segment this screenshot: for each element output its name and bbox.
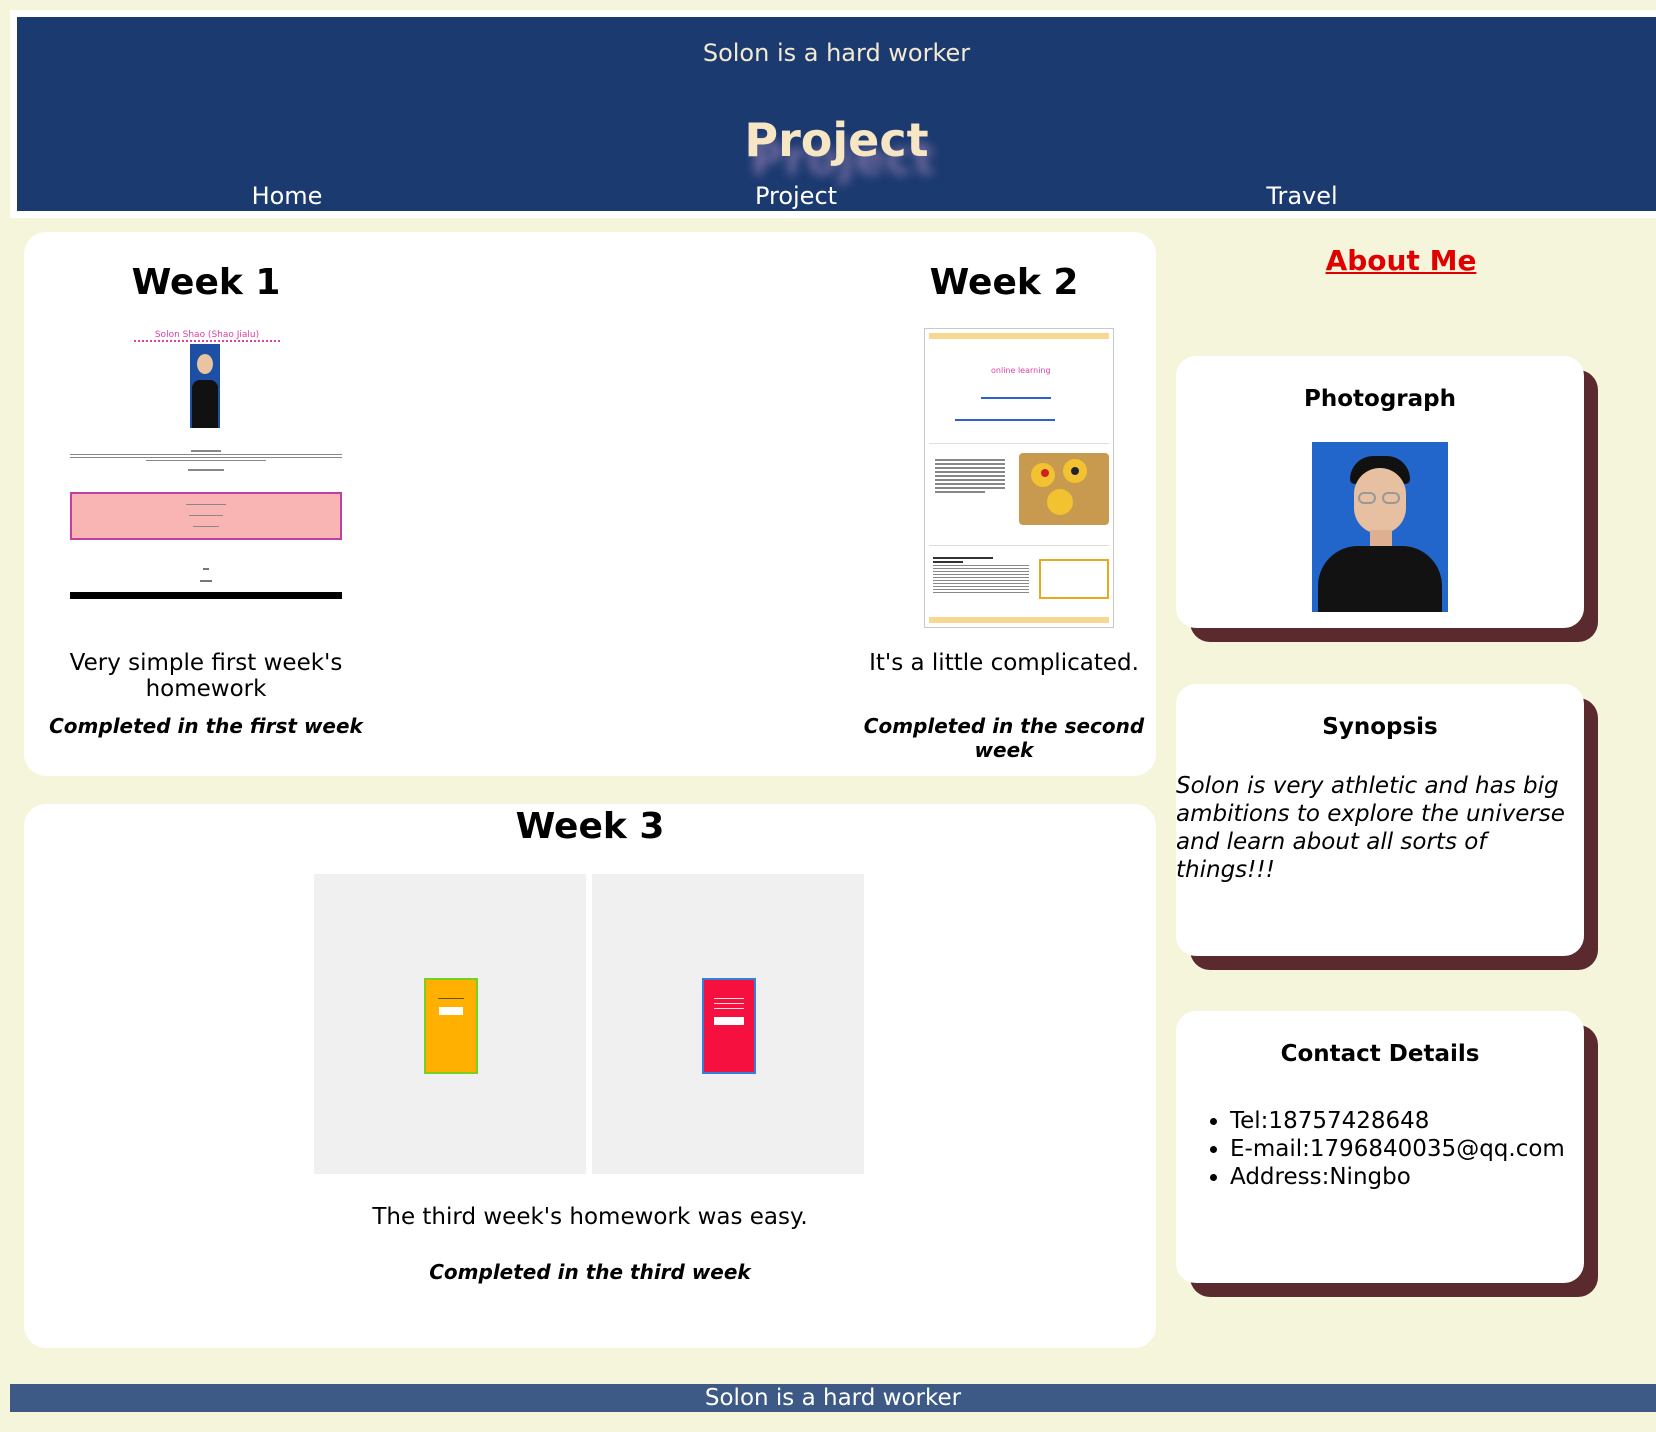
week-2-screenshot[interactable]: online learning (924, 328, 1114, 628)
photograph-card: Photograph (1176, 356, 1584, 628)
week-2-section: Week 2 (854, 262, 1154, 303)
thumb-2-text (935, 457, 1005, 495)
week-3-title: Week 3 (515, 806, 665, 847)
synopsis-text: Solon is very athletic and has big ambit… (1176, 773, 1565, 883)
nav-home-link[interactable]: Home (252, 182, 323, 210)
week-1-title: Week 1 (131, 262, 281, 303)
week-2-title: Week 2 (929, 262, 1079, 303)
contact-address: Address:Ningbo (1230, 1163, 1565, 1191)
contact-list: Tel:18757428648 E-mail:1796840035@qq.com… (1230, 1107, 1565, 1191)
week-2-completed: Completed in the second week (863, 714, 1145, 762)
week-3-card: Week 3 The third week's homework was eas… (24, 804, 1156, 1348)
week-3-card-red (702, 978, 756, 1074)
synopsis-title: Synopsis (1322, 714, 1438, 740)
synopsis-card: Synopsis Solon is very athletic and has … (1176, 684, 1584, 956)
photograph-title: Photograph (1304, 386, 1456, 412)
main-nav: Home Project Travel (17, 182, 1656, 212)
week-3-screenshot-1[interactable] (314, 874, 586, 1174)
site-footer: Solon is a hard worker (10, 1384, 1656, 1412)
thumb-1-contact-box (70, 492, 342, 540)
thumb-2-egg-tart-image (1019, 453, 1109, 525)
week-3-card-orange (424, 978, 478, 1074)
thumb-2-logo: online learning (991, 366, 1051, 375)
week-1-completed: Completed in the first week (49, 714, 363, 738)
week-3-screenshot-2[interactable] (592, 874, 864, 1174)
contact-email: E-mail:1796840035@qq.com (1230, 1135, 1565, 1163)
contact-tel: Tel:18757428648 (1230, 1107, 1565, 1135)
contact-title: Contact Details (1280, 1041, 1480, 1067)
thumb-1-heading: Solon Shao (Shao Jialu) (134, 330, 280, 342)
nav-project-link[interactable]: Project (755, 182, 837, 210)
page-title: Project (744, 113, 929, 167)
week-1-screenshot[interactable]: Solon Shao (Shao Jialu) (70, 328, 342, 608)
nav-travel-link[interactable]: Travel (1266, 182, 1337, 210)
about-me-link[interactable]: About Me (1176, 244, 1626, 277)
thumb-2-method (933, 555, 1029, 595)
thumb-1-footer (70, 592, 342, 599)
contact-card: Contact Details Tel:18757428648 E-mail:1… (1176, 1011, 1584, 1283)
week-3-completed: Completed in the third week (429, 1260, 751, 1284)
thumb-2-ingredients-box (1039, 559, 1109, 599)
thumb-1-photo (190, 344, 220, 428)
weeks-1-2-card: Week 1 Solon Shao (Shao Jialu) Very simp… (24, 232, 1156, 776)
week-3-caption: The third week's homework was easy. (372, 1204, 808, 1230)
week-2-caption: It's a little complicated. (869, 650, 1139, 676)
week-3-section: Week 3 (24, 806, 1156, 847)
header-tagline: Solon is a hard worker (702, 39, 971, 67)
week-1-section: Week 1 (24, 262, 388, 303)
site-header: Solon is a hard worker Project Home Proj… (17, 17, 1656, 211)
week-1-caption: Very simple first week's homework (69, 650, 343, 702)
profile-photo (1312, 442, 1448, 612)
thumb-1-text-lines (70, 448, 342, 473)
